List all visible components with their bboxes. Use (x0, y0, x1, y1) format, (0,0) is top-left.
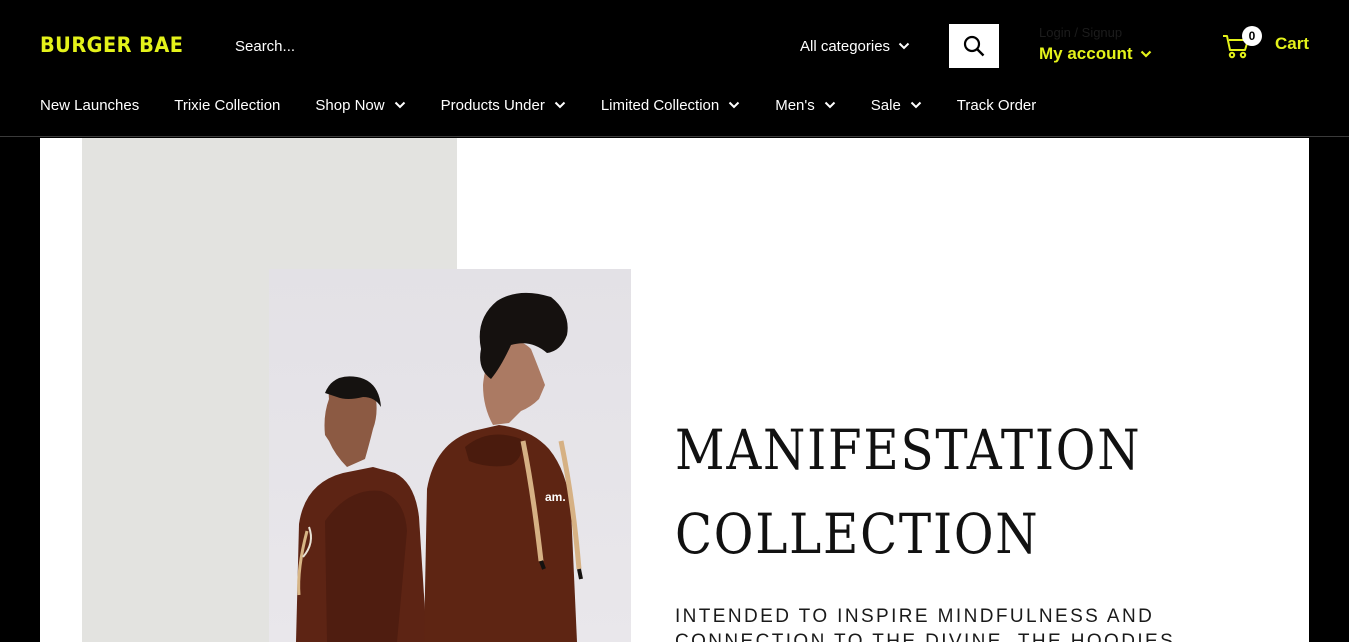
search-icon (963, 35, 985, 57)
category-select-label: All categories (800, 37, 891, 55)
nav-item-shop-now[interactable]: Shop Now (315, 97, 405, 114)
banner-subtitle-line-1: INTENDED TO INSPIRE MINDFULNESS AND (675, 606, 1155, 627)
nav-item-label: Limited Collection (600, 96, 720, 114)
hoodie-print-text: am. (545, 490, 566, 504)
nav-item-label: Track Order (956, 96, 1037, 114)
chevron-down-icon (1140, 50, 1151, 58)
login-signup-link[interactable]: Login / Signup (1039, 25, 1152, 40)
chevron-down-icon (910, 101, 922, 109)
my-account-toggle[interactable]: My account (1039, 44, 1152, 64)
nav-item-trixie-collection[interactable]: Trixie Collection (174, 97, 280, 114)
cart-icon: 0 (1222, 26, 1262, 60)
chevron-down-icon (554, 101, 566, 109)
chevron-down-icon (729, 101, 740, 109)
nav-item-sale[interactable]: Sale (871, 97, 922, 114)
cart-button[interactable]: 0 Cart (1222, 26, 1310, 60)
banner-subtitle: INTENDED TO INSPIRE MINDFULNESS AND CONN… (675, 604, 1195, 642)
search-bar: All categories (218, 24, 999, 68)
nav-item-new-launches[interactable]: New Launches (40, 97, 139, 114)
banner-headline: MANIFESTATION COLLECTION (675, 408, 1141, 576)
my-account-label: My account (1039, 44, 1133, 63)
nav-item-track-order[interactable]: Track Order (957, 97, 1036, 114)
nav-item-label: Shop Now (315, 96, 385, 114)
nav-item-label: Sale (870, 96, 901, 114)
hero-banner[interactable]: am. MANIFESTATION COLLECTION INTENDED TO… (40, 138, 1309, 642)
nav-item-products-under[interactable]: Products Under (441, 97, 566, 114)
nav-item-label: Trixie Collection (174, 96, 281, 114)
banner-title-line-2: COLLECTION (675, 502, 1040, 566)
category-select[interactable]: All categories (800, 24, 910, 68)
chevron-down-icon (394, 101, 405, 109)
nav-item-limited-collection[interactable]: Limited Collection (601, 97, 740, 114)
cart-count-badge: 0 (1242, 26, 1262, 46)
search-input[interactable] (218, 24, 778, 68)
cart-label: Cart (1275, 34, 1310, 53)
chevron-down-icon (898, 42, 910, 50)
banner-subtitle-line-2: CONNECTION TO THE DIVINE. THE HOODIES (675, 631, 1176, 642)
banner-title-line-1: MANIFESTATION (675, 418, 1142, 482)
nav-item-label: New Launches (40, 96, 140, 114)
site-header: BURGER BAE All categories Login / Signup… (0, 0, 1349, 137)
nav-item-mens[interactable]: Men's (775, 97, 836, 114)
search-button[interactable] (949, 24, 999, 68)
nav-item-label: Men's (775, 96, 815, 114)
account-menu[interactable]: Login / Signup My account (1039, 25, 1152, 64)
main-nav: New Launches Trixie Collection Shop Now … (40, 92, 1071, 118)
product-photo: am. (269, 269, 631, 642)
nav-item-label: Products Under (440, 96, 545, 114)
chevron-down-icon (824, 101, 835, 109)
brand-logo[interactable]: BURGER BAE (40, 33, 183, 57)
